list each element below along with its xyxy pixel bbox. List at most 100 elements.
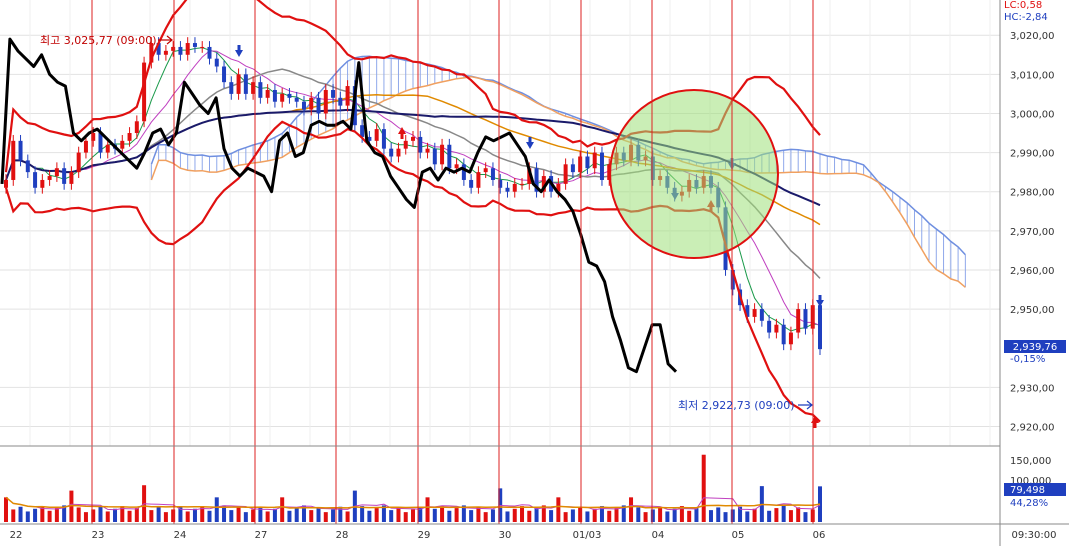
candle-body [25,160,30,173]
volume-bar [483,512,488,522]
volume-bar [11,509,16,522]
candle-body [222,66,227,83]
volume-bar [585,511,590,522]
candle-body [105,144,110,153]
candle-body [294,97,299,102]
volume-bar [25,511,30,522]
volume-bar [272,508,277,522]
candle-body [381,129,386,149]
candle-body [185,43,190,55]
candle-body [520,183,525,185]
volume-bar [505,511,510,522]
volume-bar [607,510,612,522]
volume-bar [752,508,757,522]
candle-body [432,148,437,165]
volume-bar [229,510,234,522]
candle-body [214,58,219,67]
candle-body [411,136,415,141]
volume-bar [701,454,706,522]
volume-bar [563,512,568,522]
volume-bar [592,508,597,522]
candle-body [592,152,597,169]
candle-body [447,144,452,169]
candle-body [316,97,321,114]
candle-body [469,179,474,188]
volume-bar [636,507,641,522]
candle-body [788,332,793,345]
candle-body [280,93,285,102]
time-tick-label: 30 [499,530,512,541]
volume-bar [716,507,721,522]
volume-bar [127,510,132,522]
price-tick-label: 2,970,00 [1010,227,1055,238]
candle-body [476,172,481,188]
candle-body [127,133,132,141]
volume-bar [440,506,445,522]
candle-body [4,179,8,188]
volume-bar [98,506,103,522]
time-tick-label: 04 [652,530,665,541]
price-tick-label: 2,920,00 [1010,422,1055,433]
price-tick-label: 3,000,00 [1010,109,1055,120]
volume-bar [214,497,219,522]
price-tick-label: 2,990,00 [1010,149,1055,160]
candle-body [505,187,510,192]
volume-bar [788,510,793,522]
candle-body [454,164,459,169]
candle-body [752,309,757,317]
volume-bar [767,510,772,522]
candle-body [418,136,423,153]
volume-bar [629,497,634,522]
volume-bar [512,508,517,522]
volume-bar [643,512,648,522]
candle-body [483,168,488,173]
volume-bar [403,512,408,522]
volume-bar [265,511,270,522]
candle-body [178,46,183,55]
candle-body [774,324,779,333]
volume-bar [549,510,554,522]
volume-bar [454,508,459,522]
candle-body [578,156,583,173]
price-tick-label: 2,930,00 [1010,383,1055,394]
candle-body [360,125,365,137]
candle-body [76,152,81,173]
candle-body [599,152,604,180]
time-tick-label: 29 [418,530,431,541]
candle-body [767,320,772,333]
candle-body [338,97,343,106]
time-tick-label: 27 [255,530,268,541]
candle-body [258,82,263,98]
volume-bar [796,507,801,522]
volume-bar [47,510,52,522]
candle-body [796,309,801,333]
candle-body [585,156,590,169]
candle-body [11,140,16,180]
volume-bar [520,506,525,522]
candle-body [389,148,394,157]
volume-bar [280,497,285,522]
volume-bar [665,511,670,522]
volume-bar [331,509,336,522]
time-tick-label: 05 [732,530,745,541]
candle-body [563,164,568,184]
candle-body [287,93,292,98]
time-tick-label: 28 [336,530,349,541]
volume-bar [185,511,190,522]
candle-body [192,43,197,47]
volume-bar [730,509,735,522]
current-price-label: 2,939,76 [1013,342,1058,353]
volume-bar [113,508,118,522]
hc-label: HC:-2,84 [1004,12,1048,23]
volume-bar [76,507,81,522]
volume-bar [83,512,88,522]
price-tick-label: 2,980,00 [1010,188,1055,199]
price-chart[interactable]: LC:0,58 HC:-2,84 3,020,00 3,010,00 3,000,0… [0,0,1069,546]
price-tick-label: 2,950,00 [1010,305,1055,316]
volume-bar [18,506,23,522]
time-tick-label: 01/03 [573,530,602,541]
volume-bar [4,497,8,522]
candle-body [265,89,270,98]
candle-body [134,121,139,134]
time-tick-label: 06 [813,530,826,541]
